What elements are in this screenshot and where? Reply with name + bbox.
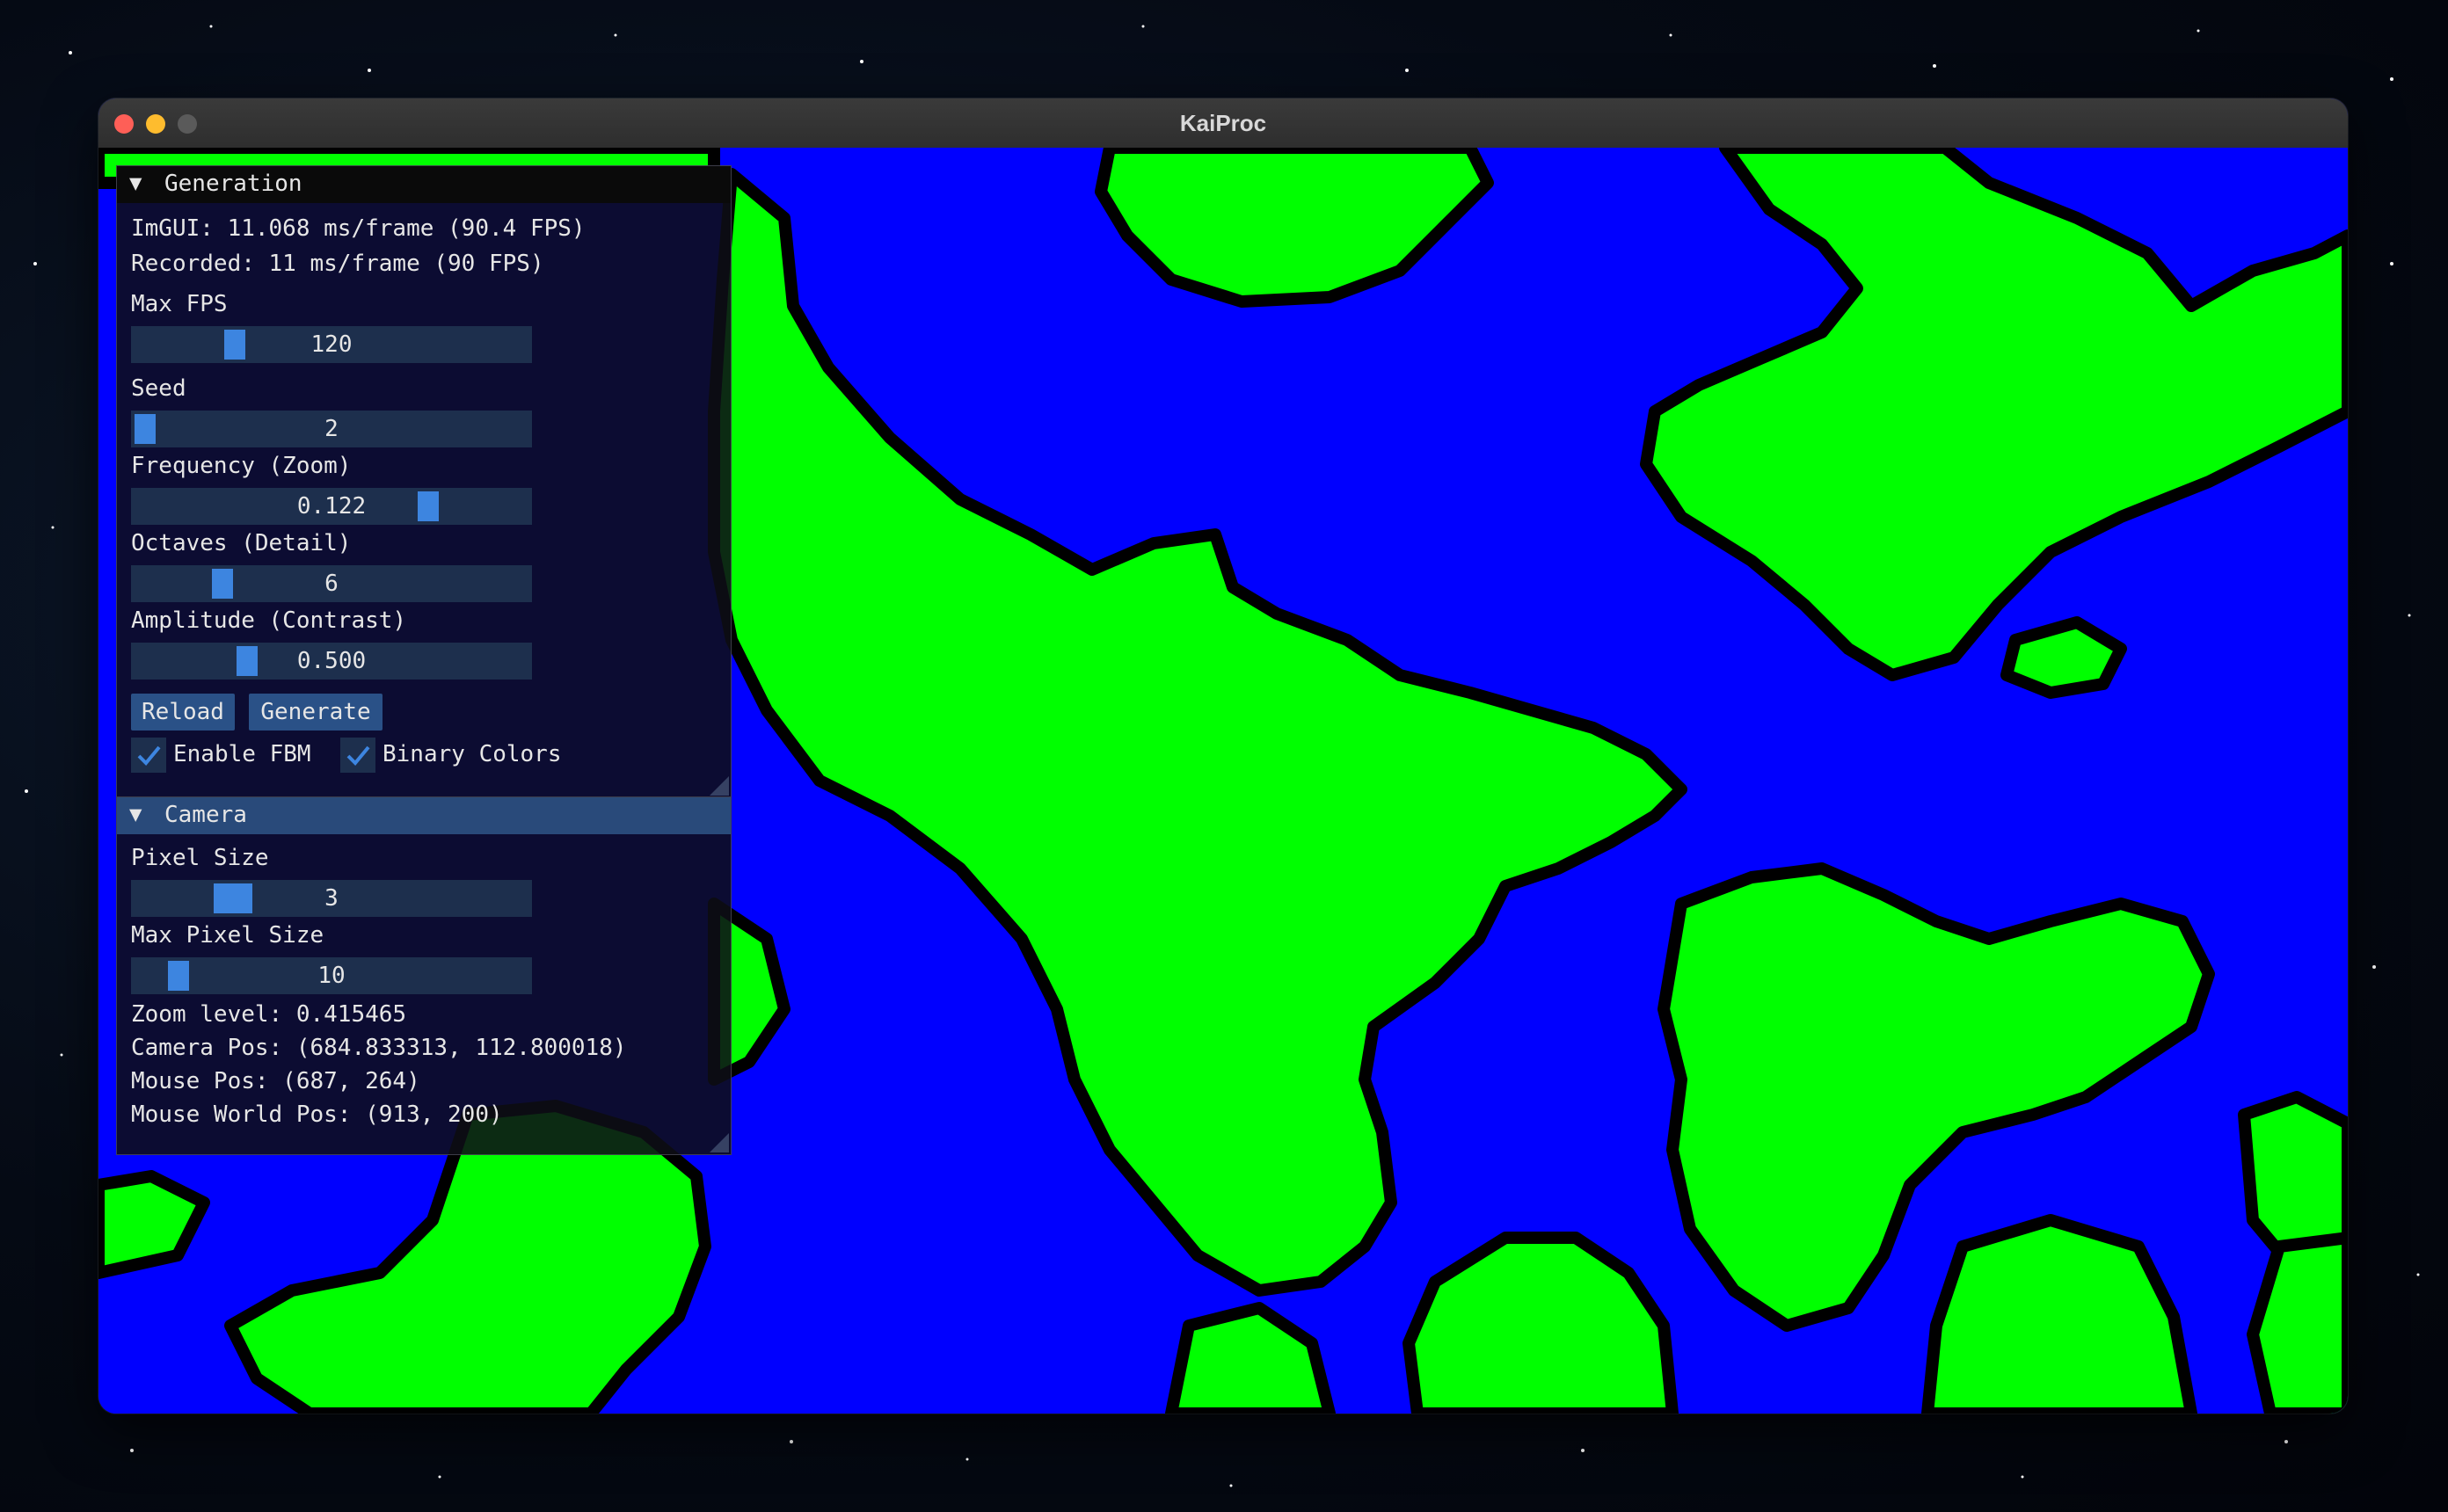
camera-window: ▼ Camera Pixel Size 3 Max Pixel Size 10 … [116, 796, 732, 1155]
resize-grip[interactable] [710, 1133, 729, 1152]
octaves-label: Octaves (Detail) [131, 530, 352, 556]
enable-fbm-checkbox[interactable] [131, 738, 166, 773]
mouse-world-pos-text: Mouse World Pos: (913, 200) [131, 1101, 503, 1128]
camera-pos-text: Camera Pos: (684.833313, 112.800018) [131, 1035, 627, 1061]
generation-window: ▼ Generation ImGUI: 11.068 ms/frame (90.… [116, 165, 732, 798]
reload-button[interactable]: Reload [131, 694, 235, 731]
reload-button-label: Reload [142, 699, 224, 725]
pixel-size-value: 3 [324, 885, 339, 912]
imgui-overlay: ▼ Generation ImGUI: 11.068 ms/frame (90.… [116, 165, 732, 1155]
max-fps-value: 120 [310, 331, 353, 358]
frequency-value: 0.122 [296, 493, 367, 520]
pixel-size-slider[interactable]: 3 [131, 880, 532, 917]
resize-grip[interactable] [710, 776, 729, 796]
generate-button[interactable]: Generate [249, 694, 382, 731]
generation-header-label: Generation [164, 171, 302, 197]
binary-colors-label: Binary Colors [382, 741, 562, 767]
camera-header[interactable]: ▼ Camera [117, 797, 731, 834]
max-pixel-size-label: Max Pixel Size [131, 922, 324, 949]
recorded-frame-stat: Recorded: 11 ms/frame (90 FPS) [131, 251, 544, 277]
generation-header[interactable]: ▼ Generation [117, 166, 731, 203]
mouse-pos-text: Mouse Pos: (687, 264) [131, 1068, 420, 1094]
amplitude-slider[interactable]: 0.500 [131, 643, 532, 680]
binary-colors-checkbox[interactable] [340, 738, 375, 773]
seed-label: Seed [131, 375, 186, 402]
collapse-arrow-icon[interactable]: ▼ [129, 171, 142, 195]
check-icon [346, 745, 370, 766]
pixel-size-label: Pixel Size [131, 845, 269, 871]
max-fps-slider[interactable]: 120 [131, 326, 532, 363]
seed-value: 2 [324, 416, 339, 442]
zoom-level-text: Zoom level: 0.415465 [131, 1001, 407, 1028]
imgui-frame-stat: ImGUI: 11.068 ms/frame (90.4 FPS) [131, 215, 586, 242]
frequency-label: Frequency (Zoom) [131, 453, 352, 479]
max-pixel-size-slider[interactable]: 10 [131, 957, 532, 994]
seed-slider[interactable]: 2 [131, 411, 532, 447]
collapse-arrow-icon[interactable]: ▼ [129, 802, 142, 826]
camera-header-label: Camera [164, 802, 247, 828]
amplitude-value: 0.500 [296, 648, 367, 674]
octaves-value: 6 [324, 571, 339, 597]
enable-fbm-label: Enable FBM [173, 741, 311, 767]
check-icon [137, 745, 161, 766]
amplitude-label: Amplitude (Contrast) [131, 607, 407, 634]
frequency-slider[interactable]: 0.122 [131, 488, 532, 525]
generate-button-label: Generate [260, 699, 371, 725]
max-fps-label: Max FPS [131, 291, 228, 317]
window-title: KaiProc [1179, 110, 1267, 136]
title-bar[interactable]: KaiProc [98, 98, 2348, 149]
octaves-slider[interactable]: 6 [131, 565, 532, 602]
max-pixel-size-value: 10 [317, 963, 346, 989]
